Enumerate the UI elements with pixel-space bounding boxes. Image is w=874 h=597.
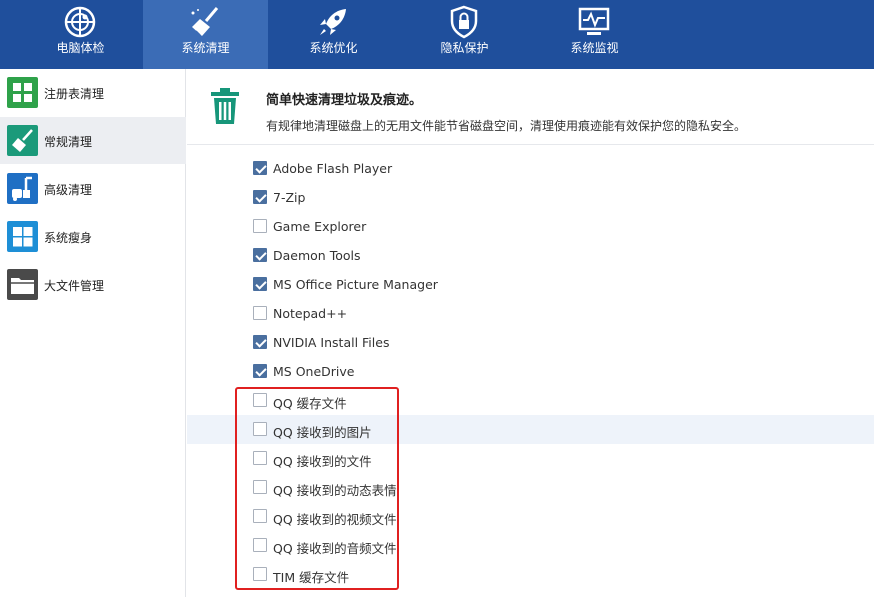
registry-icon [7, 77, 38, 108]
checkbox[interactable] [253, 306, 267, 320]
trash-icon [211, 88, 239, 124]
checkbox[interactable] [253, 335, 267, 349]
list-item[interactable]: QQ 接收到的视频文件 [187, 502, 874, 531]
page-description: 有规律地清理磁盘上的无用文件能节省磁盘空间，清理使用痕迹能有效保护您的隐私安全。 [266, 119, 747, 133]
broom-icon [191, 7, 219, 36]
list-item-label: TIM 缓存文件 [273, 570, 350, 585]
sidebar-item-large-file-manager[interactable]: 大文件管理 [0, 261, 186, 308]
broom-icon [7, 125, 38, 156]
list-item-label: NVIDIA Install Files [273, 335, 390, 350]
sidebar-item-advanced-cleanup[interactable]: 高级清理 [0, 165, 186, 212]
checkbox[interactable] [253, 277, 267, 291]
list-item-label: QQ 接收到的图片 [273, 425, 372, 440]
tab-label: 系统监视 [570, 41, 619, 55]
windows-icon [7, 221, 38, 252]
list-item[interactable]: TIM 缓存文件 [187, 560, 874, 589]
sidebar-item-label: 系统瘦身 [44, 231, 93, 245]
list-item-label: QQ 缓存文件 [273, 396, 347, 411]
list-item-label: QQ 接收到的文件 [273, 454, 372, 469]
sidebar-item-system-slim[interactable]: 系统瘦身 [0, 213, 186, 260]
page-title: 简单快速清理垃圾及痕迹。 [266, 93, 423, 108]
list-item-label: Adobe Flash Player [273, 161, 393, 176]
checkbox[interactable] [253, 161, 267, 175]
checkbox[interactable] [253, 538, 267, 552]
vacuum-icon [7, 173, 38, 204]
list-item[interactable]: QQ 接收到的图片 [187, 415, 874, 444]
sidebar-item-label: 高级清理 [44, 183, 93, 197]
list-item[interactable]: QQ 接收到的动态表情 [187, 473, 874, 502]
list-item[interactable]: Notepad++ [187, 299, 874, 328]
list-item-label: MS OneDrive [273, 364, 355, 379]
list-item-label: Game Explorer [273, 219, 367, 234]
top-nav-bar: 电脑体检 系统清理 系统优化 隐私保护 系统监视 [0, 0, 874, 69]
list-item-label: 7-Zip [273, 190, 306, 205]
checkbox[interactable] [253, 480, 267, 494]
sidebar-item-label: 注册表清理 [44, 87, 105, 101]
sidebar-item-registry-cleanup[interactable]: 注册表清理 [0, 69, 186, 116]
list-item[interactable]: NVIDIA Install Files [187, 328, 874, 357]
radar-icon [64, 6, 96, 38]
tab-system-optimize[interactable]: 系统优化 [271, 0, 396, 69]
sidebar: 注册表清理 常规清理 高级清理 系统瘦身 大文件管理 [0, 69, 186, 597]
tab-label: 电脑体检 [56, 41, 105, 55]
tab-label: 隐私保护 [440, 41, 489, 55]
list-item[interactable]: QQ 缓存文件 [187, 386, 874, 415]
list-item-label: Notepad++ [273, 306, 348, 321]
list-item[interactable]: MS Office Picture Manager [187, 270, 874, 299]
list-item[interactable]: Game Explorer [187, 212, 874, 241]
list-item[interactable]: 7-Zip [187, 183, 874, 212]
sidebar-item-general-cleanup[interactable]: 常规清理 [0, 117, 186, 164]
list-item[interactable]: QQ 接收到的音频文件 [187, 531, 874, 560]
checkbox[interactable] [253, 364, 267, 378]
shield-lock-icon [450, 5, 478, 39]
list-item-label: QQ 接收到的动态表情 [273, 483, 397, 498]
tab-label: 系统优化 [309, 41, 358, 55]
checkbox[interactable] [253, 190, 267, 204]
list-item[interactable]: Daemon Tools [187, 241, 874, 270]
rocket-icon [320, 9, 346, 35]
checkbox[interactable] [253, 393, 267, 407]
list-item-label: Daemon Tools [273, 248, 361, 263]
monitor-icon [578, 7, 610, 35]
checkbox[interactable] [253, 509, 267, 523]
sidebar-item-label: 大文件管理 [44, 279, 105, 293]
checkbox[interactable] [253, 567, 267, 581]
list-item-label: MS Office Picture Manager [273, 277, 438, 292]
list-item[interactable]: QQ 接收到的文件 [187, 444, 874, 473]
cleanup-item-list: Adobe Flash Player 7-Zip Game Explorer D… [187, 146, 874, 597]
tab-system-cleanup[interactable]: 系统清理 [143, 0, 268, 69]
sidebar-item-label: 常规清理 [44, 135, 93, 149]
checkbox[interactable] [253, 451, 267, 465]
checkbox[interactable] [253, 248, 267, 262]
list-item-label: QQ 接收到的音频文件 [273, 541, 397, 556]
tab-label: 系统清理 [181, 41, 230, 55]
tab-system-monitor[interactable]: 系统监视 [532, 0, 657, 69]
list-item-label: QQ 接收到的视频文件 [273, 512, 397, 527]
checkbox[interactable] [253, 422, 267, 436]
list-item[interactable]: MS OneDrive [187, 357, 874, 386]
checkbox[interactable] [253, 219, 267, 233]
tab-computer-checkup[interactable]: 电脑体检 [18, 0, 143, 69]
list-item[interactable]: Adobe Flash Player [187, 154, 874, 183]
tab-privacy-protect[interactable]: 隐私保护 [402, 0, 527, 69]
content-header: 简单快速清理垃圾及痕迹。 有规律地清理磁盘上的无用文件能节省磁盘空间，清理使用痕… [187, 69, 874, 145]
folder-icon [7, 269, 38, 300]
